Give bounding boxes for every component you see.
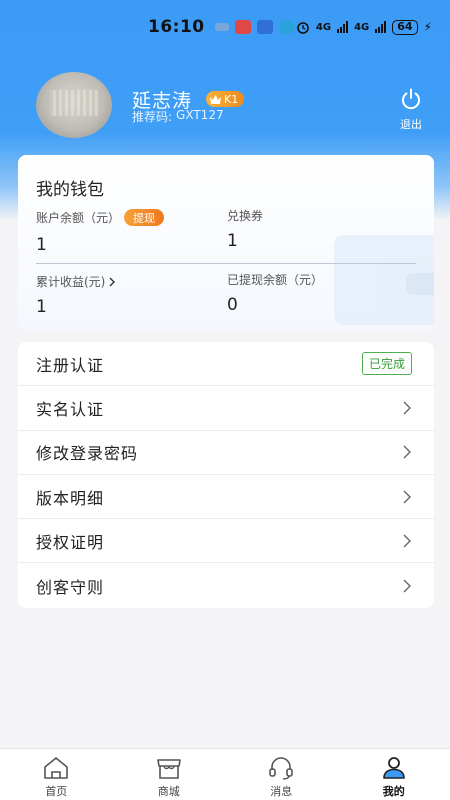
tab-label: 商城 [157,785,180,798]
wallet-card: 我的钱包 账户余额（元） 提现 1 兑换券 1 累计收益(元) 1 已提现余额（… [18,155,434,330]
menu-item-label: 实名认证 [36,399,105,419]
status-indicators: 4G 4G 64 ⚡ [296,19,432,35]
power-icon [402,88,420,110]
tab-messages[interactable]: 消息 [225,749,338,800]
menu-item-rules[interactable]: 创客守则 [18,563,434,607]
logout-label: 退出 [400,118,422,131]
tab-mine[interactable]: 我的 [338,749,450,800]
wallet-divider [36,263,416,264]
chevron-right-icon [403,534,411,548]
menu-item-version[interactable]: 版本明细 [18,475,434,520]
chevron-right-icon [403,445,411,459]
voucher-value[interactable]: 1 [227,231,238,251]
charging-icon: ⚡ [423,20,432,34]
menu-item-label: 修改登录密码 [36,444,139,464]
home-icon [44,757,69,779]
tab-label: 首页 [45,785,68,798]
menu-item-label: 注册认证 [36,355,105,375]
signal-icon [375,21,387,33]
notification-app-icon [214,23,229,31]
status-bar: 16:10 4G 4G 64 ⚡ [0,0,450,54]
earnings-link[interactable]: 累计收益(元) [36,273,116,290]
crown-icon [210,94,221,104]
withdraw-button[interactable]: 提现 [124,209,165,226]
tab-label: 我的 [382,785,405,798]
menu-item-real-name[interactable]: 实名认证 [18,386,434,431]
earnings-value: 1 [36,297,47,317]
withdrawn-label: 已提现余额（元） [227,273,324,287]
level-badge: K1 [206,91,245,107]
chevron-right-icon [403,490,411,504]
tab-label: 消息 [270,785,293,798]
referral-label: 推荐码: [132,110,173,124]
tab-home[interactable]: 首页 [0,749,113,800]
signal-icon [337,21,349,33]
menu-item-change-password[interactable]: 修改登录密码 [18,431,434,475]
tab-shop[interactable]: 商城 [113,749,226,800]
user-icon [382,757,405,779]
chevron-right-icon [403,401,411,415]
status-time: 16:10 [148,17,205,37]
headset-icon [269,757,294,780]
network-type-2: 4G [354,21,370,33]
menu-item-authorization[interactable]: 授权证明 [18,519,434,564]
balance-value: 1 [36,235,47,255]
voucher-label: 兑换券 [227,209,264,223]
notification-app-icon [278,20,295,34]
referral-code: 推荐码: GXT127 [132,108,224,125]
bottom-tab-bar: 首页 商城 消息 我的 [0,748,450,800]
menu-item-label: 版本明细 [36,488,105,508]
notification-app-icon [256,20,273,34]
alarm-icon [297,22,309,34]
chevron-right-icon [109,277,116,286]
shop-icon [156,759,181,779]
battery-icon: 64 [392,19,418,35]
menu-item-registration[interactable]: 注册认证 已完成 [18,342,434,387]
avatar[interactable] [36,72,112,138]
referral-value: GXT127 [176,108,224,122]
menu-item-label: 创客守则 [36,577,105,597]
balance-label: 账户余额（元） [36,211,121,225]
network-type-1: 4G [315,21,332,33]
level-label: K1 [224,92,239,106]
notification-icons [214,20,295,34]
chevron-right-icon [403,579,411,593]
status-badge: 已完成 [361,352,412,376]
wallet-illustration [334,235,434,325]
notification-app-icon [234,20,251,34]
withdrawn-value: 0 [227,295,238,315]
menu-item-label: 授权证明 [36,532,105,552]
earnings-label: 累计收益(元) [36,275,106,289]
logout-button[interactable]: 退出 [396,88,426,132]
balance-label-row: 账户余额（元） 提现 [36,209,165,226]
settings-menu: 注册认证 已完成 实名认证 修改登录密码 版本明细 授权证明 创客守则 [18,342,434,608]
wallet-title: 我的钱包 [36,180,104,200]
